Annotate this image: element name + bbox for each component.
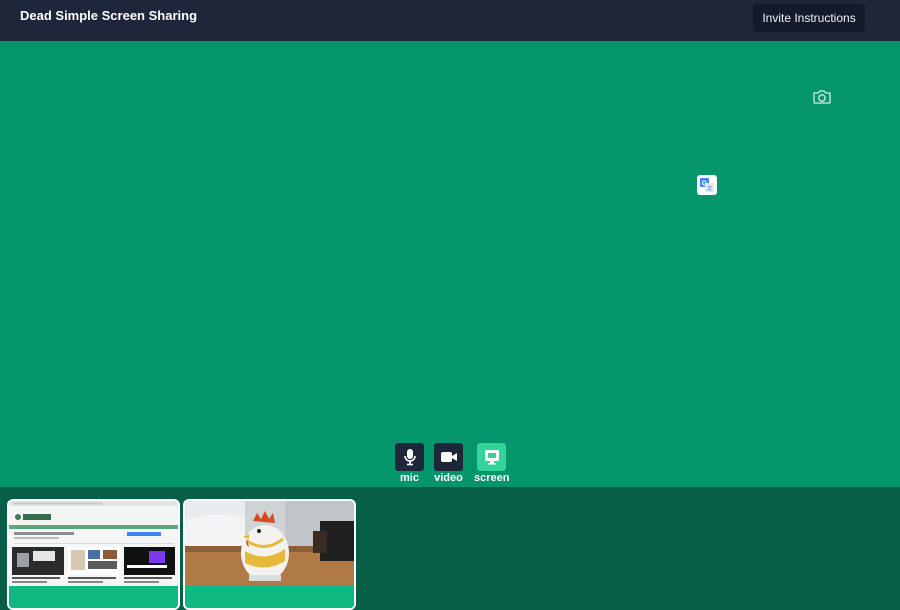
video-control: video <box>434 443 463 484</box>
shared-screen-preview <box>9 501 178 586</box>
google-translate-icon[interactable]: G 文 <box>697 175 717 195</box>
mic-icon <box>403 449 416 466</box>
invite-instructions-button[interactable]: Invite Instructions <box>753 4 865 32</box>
main-video-stage: G 文 <box>0 41 900 487</box>
app-title: Dead Simple Screen Sharing <box>20 8 198 23</box>
screen-label: screen <box>474 472 510 484</box>
screen-button[interactable] <box>477 443 507 471</box>
media-controls: mic video screen <box>0 443 900 487</box>
mic-button[interactable] <box>395 443 424 471</box>
screen-share-thumbnail[interactable] <box>7 499 180 610</box>
screen-control: screen <box>474 443 509 484</box>
video-button[interactable] <box>434 443 463 471</box>
thumbnail-footer <box>9 586 178 608</box>
svg-text:文: 文 <box>706 185 712 193</box>
video-label: video <box>434 472 463 484</box>
mic-label: mic <box>400 472 419 484</box>
video-camera-icon <box>440 452 457 462</box>
participant-thumbnails <box>0 487 900 610</box>
top-bar: Dead Simple Screen Sharing Invite Instru… <box>0 0 900 41</box>
camera-icon[interactable] <box>812 88 832 106</box>
camera-thumbnail[interactable] <box>183 499 356 610</box>
screen-share-icon <box>484 450 499 465</box>
thumbnail-footer <box>185 586 354 608</box>
camera-preview <box>185 501 354 586</box>
mic-control: mic <box>395 443 424 484</box>
